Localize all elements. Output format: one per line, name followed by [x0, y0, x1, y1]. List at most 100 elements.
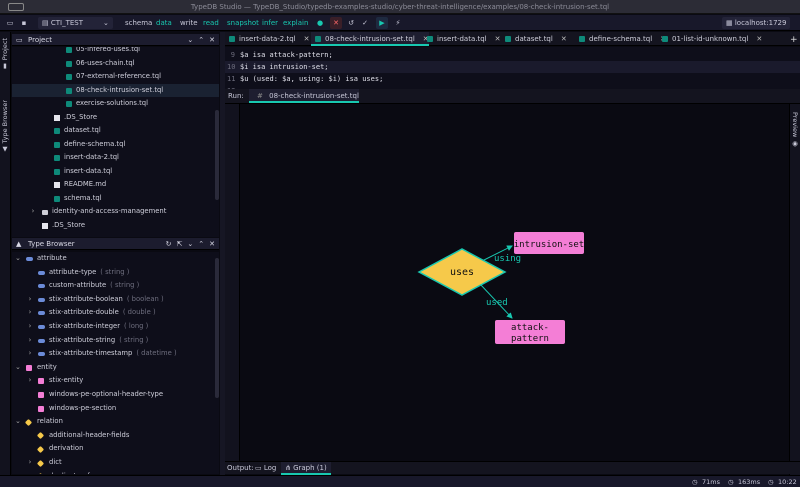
editor-tab[interactable]: dataset.tql ✕: [501, 32, 567, 46]
editor-tab[interactable]: 08-check-intrusion-set.tql ✕: [311, 32, 429, 46]
project-item[interactable]: 08-check-intrusion-set.tql: [12, 83, 219, 97]
type-item[interactable]: duplicate-of: [12, 470, 219, 474]
close-transaction-icon[interactable]: ✕: [330, 17, 342, 29]
close-tab-icon[interactable]: ✕: [304, 35, 310, 43]
type-item[interactable]: › stix-attribute-double( double ): [12, 306, 219, 320]
code-editor[interactable]: 9 $a isa attack-pattern; 10 $i isa intrusio…: [225, 47, 800, 95]
run-side-strip: [225, 104, 240, 461]
close-tab-icon[interactable]: ✕: [495, 35, 501, 43]
close-tab-icon[interactable]: ✕: [561, 35, 567, 43]
graph-canvas[interactable]: using used uses intrusion-set attack- pa…: [240, 104, 789, 461]
title-bar: TypeDB Studio — TypeDB_Studio/typedb-exa…: [0, 0, 800, 14]
tx-write-button[interactable]: write: [177, 17, 201, 29]
type-item[interactable]: ⌄ relation: [12, 415, 219, 429]
project-toolwindow-button[interactable]: ▮ Project: [1, 38, 9, 70]
type-item[interactable]: › stix-attribute-integer( long ): [12, 320, 219, 334]
session-data-button[interactable]: data: [153, 17, 175, 29]
project-item[interactable]: README.md: [12, 178, 219, 192]
type-item-valuetype: ( long ): [124, 322, 149, 330]
chevron-right-icon[interactable]: ›: [27, 306, 33, 320]
tql-file-icon: [66, 87, 72, 94]
type-item[interactable]: derivation: [12, 442, 219, 456]
type-tree: ⌄ attribute attribute-type( string ) custom…: [12, 252, 219, 474]
project-item[interactable]: schema.tql: [12, 192, 219, 206]
tql-file-icon: [54, 168, 60, 175]
preview-label: Preview: [791, 112, 799, 138]
tx-read-button[interactable]: read: [200, 17, 222, 29]
type-item-valuetype: ( datetime ): [136, 349, 177, 358]
chevron-right-icon[interactable]: ›: [27, 293, 33, 307]
project-item[interactable]: insert-data-2.tql: [12, 151, 219, 165]
snapshot-toggle[interactable]: snapshot: [224, 17, 262, 29]
type-item[interactable]: › stix-entity: [12, 374, 219, 388]
save-icon[interactable]: ▪: [18, 17, 30, 29]
project-scrollbar[interactable]: [215, 110, 219, 200]
type-item[interactable]: custom-attribute( string ): [12, 279, 219, 293]
project-item[interactable]: exercise-solutions.tql: [12, 97, 219, 111]
add-tab-icon[interactable]: +: [790, 35, 798, 45]
type-scrollbar[interactable]: [215, 258, 219, 398]
server-button[interactable]: ▦ localhost:1729: [722, 17, 791, 29]
type-item[interactable]: attribute-type( string ): [12, 266, 219, 280]
type-item[interactable]: ⌄ entity: [12, 361, 219, 375]
open-folder-icon[interactable]: ▭: [4, 17, 16, 29]
type-item-label: custom-attribute: [49, 281, 107, 290]
expand-all-icon[interactable]: ⌃: [198, 36, 204, 44]
close-type-browser-icon[interactable]: ✕: [209, 240, 215, 248]
database-select[interactable]: ▤ CTI_TEST ⌄: [38, 17, 113, 29]
commit-icon[interactable]: ✓: [359, 17, 371, 29]
project-item[interactable]: › identity-and-access-management: [12, 205, 219, 219]
chevron-down-icon[interactable]: ⌄: [15, 415, 21, 429]
session-schema-button[interactable]: schema: [122, 17, 155, 29]
project-item[interactable]: 06-uses-chain.tql: [12, 57, 219, 71]
project-item[interactable]: 07-external-reference.tql: [12, 70, 219, 84]
status-bar: ◷ 71ms ◷ 163ms ◷ 10:22: [0, 475, 800, 487]
editor-tab[interactable]: define-schema.tql✕: [575, 32, 666, 46]
chevron-right-icon[interactable]: ›: [27, 374, 33, 388]
type-item-label: dict: [49, 458, 62, 466]
editor-tab[interactable]: 01-list-id-unknown.tql ✕: [658, 32, 762, 46]
export-icon[interactable]: ⇱: [177, 240, 183, 248]
run-icon[interactable]: ▶: [376, 17, 388, 29]
chevron-right-icon[interactable]: ›: [30, 205, 36, 219]
type-item[interactable]: windows-pe-optional-header-type: [12, 388, 219, 402]
run-tab[interactable]: # 08-check-intrusion-set.tql (1) ✕: [249, 89, 359, 114]
collapse-all-types-icon[interactable]: ⌄: [187, 240, 193, 248]
chevron-right-icon[interactable]: ›: [27, 334, 33, 348]
type-item[interactable]: additional-header-fields: [12, 429, 219, 443]
type-item[interactable]: › stix-attribute-boolean( boolean ): [12, 293, 219, 307]
project-item[interactable]: 05-infered-uses.tql: [12, 47, 219, 57]
project-item[interactable]: .DS_Store: [12, 219, 219, 233]
refresh-icon[interactable]: ↻: [166, 240, 172, 248]
tql-file-icon: [66, 74, 72, 80]
chevron-right-icon[interactable]: ›: [27, 456, 33, 470]
editor-tab[interactable]: insert-data-2.tql ✕: [225, 32, 309, 46]
type-item[interactable]: › stix-attribute-timestamp( datetime ): [12, 347, 219, 361]
type-browser-toolwindow-button[interactable]: ▲ Type Browser: [1, 100, 9, 153]
infer-toggle[interactable]: infer: [259, 17, 281, 29]
log-tab[interactable]: ▭ Log: [255, 464, 276, 472]
project-item[interactable]: insert-data.tql: [12, 165, 219, 179]
project-item[interactable]: dataset.tql: [12, 124, 219, 138]
explain-toggle[interactable]: explain: [280, 17, 311, 29]
chevron-down-icon[interactable]: ⌄: [15, 361, 21, 375]
chevron-down-icon[interactable]: ⌄: [15, 252, 21, 266]
expand-all-types-icon[interactable]: ⌃: [198, 240, 204, 248]
project-item[interactable]: .DS_Store: [12, 111, 219, 125]
type-item[interactable]: › stix-attribute-string( string ): [12, 334, 219, 348]
stop-icon[interactable]: ⚡: [392, 17, 404, 29]
type-item-label: relation: [37, 417, 63, 426]
close-tab-icon[interactable]: ✕: [756, 35, 762, 43]
chevron-right-icon[interactable]: ›: [27, 347, 33, 361]
graph-tab[interactable]: ⋔ Graph (1): [281, 462, 331, 475]
type-item[interactable]: › dict: [12, 456, 219, 470]
type-item[interactable]: windows-pe-section: [12, 402, 219, 416]
editor-tab[interactable]: insert-data.tql ✕: [423, 32, 500, 46]
preview-toolwindow-button[interactable]: Preview ◉: [791, 112, 799, 147]
close-panel-icon[interactable]: ✕: [209, 36, 215, 44]
chevron-right-icon[interactable]: ›: [27, 320, 33, 334]
rollback-icon[interactable]: ↺: [345, 17, 357, 29]
project-item[interactable]: define-schema.tql: [12, 138, 219, 152]
type-item[interactable]: ⌄ attribute: [12, 252, 219, 266]
collapse-all-icon[interactable]: ⌄: [187, 36, 193, 44]
